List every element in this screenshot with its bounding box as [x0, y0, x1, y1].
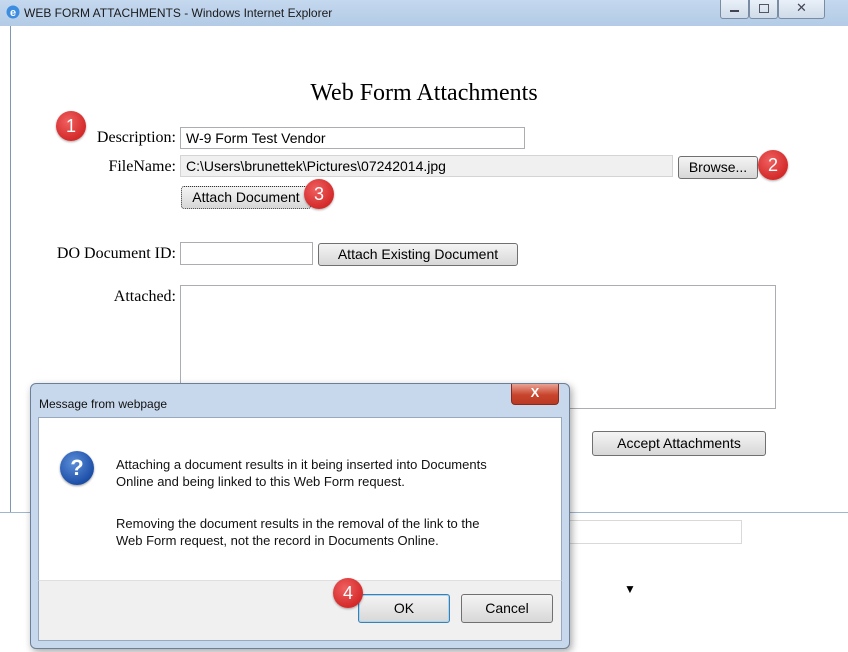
filename-label: FileName: [108, 158, 176, 175]
question-icon: ? [60, 451, 94, 485]
page-title: Web Form Attachments [310, 80, 538, 106]
dialog-close-button[interactable]: X [511, 384, 559, 405]
ok-button[interactable]: OK [358, 594, 450, 623]
maximize-button[interactable] [749, 0, 778, 19]
do-document-id-label: DO Document ID: [56, 245, 176, 262]
browse-button[interactable]: Browse... [678, 156, 758, 179]
close-icon: X [530, 385, 540, 400]
svg-text:e: e [10, 7, 16, 19]
callout-2: 2 [758, 150, 788, 180]
description-input[interactable]: W-9 Form Test Vendor [180, 127, 525, 149]
dialog-message-line-4: Web Form request, not the record in Docu… [116, 533, 439, 548]
callout-4: 4 [333, 578, 363, 608]
accept-attachments-button[interactable]: Accept Attachments [592, 431, 766, 456]
window-title: WEB FORM ATTACHMENTS - Windows Internet … [24, 6, 333, 20]
cancel-button[interactable]: Cancel [461, 594, 553, 623]
dialog-title: Message from webpage [39, 397, 168, 411]
attach-document-button[interactable]: Attach Document [181, 186, 311, 209]
callout-3: 3 [304, 179, 334, 209]
filename-input[interactable]: C:\Users\brunettek\Pictures\07242014.jpg [180, 155, 673, 177]
dialog-message-line-3: Removing the document results in the rem… [116, 516, 480, 531]
internet-explorer-icon: e [6, 5, 20, 19]
minimize-button[interactable] [720, 0, 749, 19]
background-field [560, 520, 742, 544]
description-label: Description: [96, 129, 176, 146]
dialog-message-line-2: Online and being linked to this Web Form… [116, 474, 405, 489]
dialog-message-line-1: Attaching a document results in it being… [116, 457, 487, 472]
attached-label: Attached: [113, 288, 176, 305]
callout-1: 1 [56, 111, 86, 141]
chevron-down-icon: ▼ [624, 582, 636, 596]
do-document-id-input[interactable] [180, 242, 313, 265]
attach-existing-document-button[interactable]: Attach Existing Document [318, 243, 518, 266]
window-close-button[interactable]: ✕ [778, 0, 825, 19]
close-icon: ✕ [796, 0, 807, 15]
